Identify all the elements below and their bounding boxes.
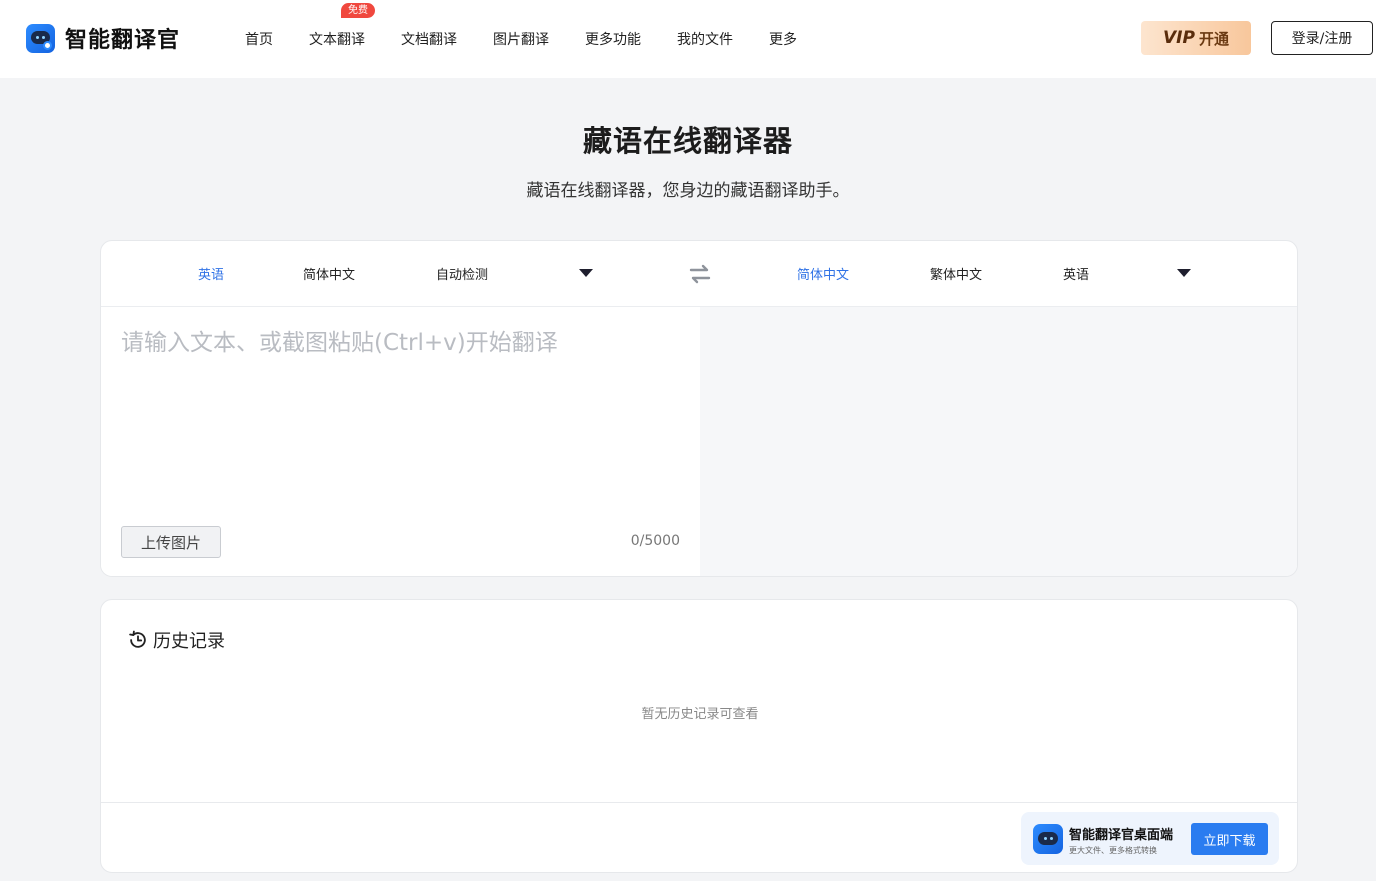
nav-document-translate[interactable]: 文档翻译 [383,29,475,49]
nav-image-translate[interactable]: 图片翻译 [475,29,567,49]
robot-logo-icon [1033,824,1063,854]
history-title: 历史记录 [127,627,225,653]
translator-card: 英语 简体中文 自动检测 简体中文 繁体中文 英语 上传图片 0/5000 [100,240,1298,577]
source-lang-simplified-chinese[interactable]: 简体中文 [303,264,355,283]
vip-open-button[interactable]: VIP 开通 [1141,21,1251,55]
language-bar: 英语 简体中文 自动检测 简体中文 繁体中文 英语 [101,241,1297,307]
nav-home[interactable]: 首页 [227,29,291,49]
source-text-input[interactable] [121,323,681,503]
target-output-pane [700,307,1297,576]
source-pane: 上传图片 0/5000 [101,307,700,576]
promo-title: 智能翻译官桌面端 [1069,828,1174,843]
history-empty-text: 暂无历史记录可查看 [641,707,759,722]
swap-arrows-icon[interactable] [688,262,712,286]
vip-word: VIP [1163,28,1195,48]
brand-name: 智能翻译官 [65,28,181,53]
desktop-app-promo: 智能翻译官桌面端 更大文件、更多格式转换 立即下载 [1021,812,1279,865]
nav-text-translate[interactable]: 文本翻译 免费 [291,3,383,49]
promo-subtitle: 更大文件、更多格式转换 [1069,846,1157,855]
top-header: 智能翻译官 首页 文本翻译 免费 文档翻译 图片翻译 更多功能 我的文件 更多 … [0,0,1376,78]
vip-label: 开通 [1198,29,1229,48]
download-now-button[interactable]: 立即下载 [1191,823,1268,855]
caret-down-icon[interactable] [1177,269,1191,277]
nav-more-features[interactable]: 更多功能 [567,29,659,49]
login-register-button[interactable]: 登录/注册 [1271,21,1373,55]
page-subtitle: 藏语在线翻译器，您身边的藏语翻译助手。 [526,181,850,201]
target-lang-traditional-chinese[interactable]: 繁体中文 [930,264,982,283]
target-lang-english[interactable]: 英语 [1063,264,1089,283]
free-badge: 免费 [341,3,375,18]
robot-logo-icon [26,23,55,53]
history-card: 历史记录 暂无历史记录可查看 智能翻译官桌面端 更大文件、更多格式转换 立即下载 [100,599,1298,873]
main-nav: 首页 文本翻译 免费 文档翻译 图片翻译 更多功能 我的文件 更多 [227,0,815,78]
page-title: 藏语在线翻译器 [582,124,793,158]
char-count: 0/5000 [630,533,680,549]
nav-my-files[interactable]: 我的文件 [659,29,751,49]
target-lang-simplified-chinese[interactable]: 简体中文 [797,264,849,283]
nav-more[interactable]: 更多 [751,29,815,49]
brand-logo[interactable]: 智能翻译官 [26,22,180,54]
source-lang-auto-detect[interactable]: 自动检测 [436,264,488,283]
caret-down-icon[interactable] [579,269,593,277]
source-lang-english[interactable]: 英语 [198,264,224,283]
history-clock-icon [129,630,146,648]
divider [101,802,1297,803]
upload-image-button[interactable]: 上传图片 [121,526,221,558]
